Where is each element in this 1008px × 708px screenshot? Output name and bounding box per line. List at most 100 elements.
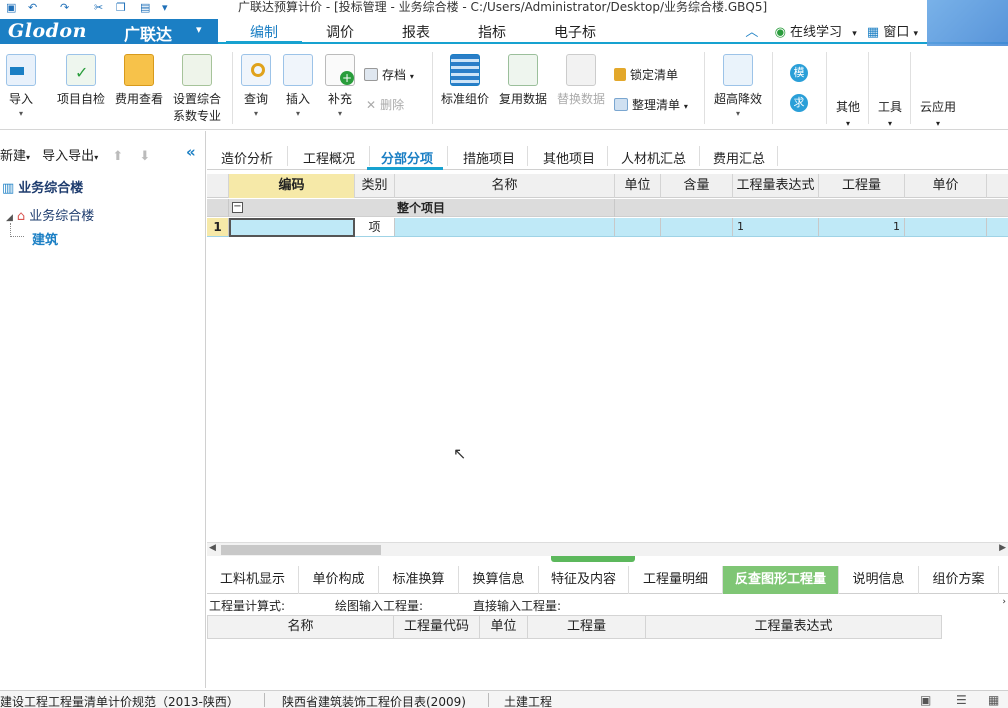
import-export-button[interactable]: 导入导出 <box>42 149 94 164</box>
archive-button[interactable]: 存档 ▾ <box>364 66 414 83</box>
new-button[interactable]: 新建 <box>0 149 26 164</box>
tab-description[interactable]: 说明信息 <box>839 566 919 594</box>
menu-tab-tiaojia[interactable]: 调价 <box>326 22 354 42</box>
insert-button[interactable]: 插入 ▾ <box>280 50 316 118</box>
tab-fee-summary[interactable]: 费用汇总 <box>713 148 765 167</box>
tab-features-content[interactable]: 特征及内容 <box>539 566 629 594</box>
expression-cell[interactable]: 1 <box>733 218 819 236</box>
name-cell[interactable] <box>395 218 615 236</box>
table-row-group[interactable]: − 整个项目 <box>207 199 1008 217</box>
cut-icon[interactable]: ✂ <box>94 1 103 14</box>
quantity-cell[interactable]: 1 <box>819 218 905 236</box>
menu-tab-dianzibiao[interactable]: 电子标 <box>554 22 596 42</box>
view-grid-icon[interactable]: ▦ <box>988 693 999 707</box>
price-cell[interactable] <box>905 218 987 236</box>
set-coefficient-button[interactable]: 设置综合 系数专业 <box>170 50 224 124</box>
sub-header-code[interactable]: 工程量代码 <box>394 616 480 638</box>
collapse-panel-icon[interactable]: « <box>186 143 196 161</box>
type-cell[interactable]: 项 <box>355 218 395 236</box>
sub-header-expression[interactable]: 工程量表达式 <box>646 616 941 638</box>
tab-reverse-graphic-quantity[interactable]: 反查图形工程量 <box>723 566 839 594</box>
scroll-thumb[interactable] <box>221 545 381 555</box>
scroll-left-icon[interactable]: ◀ <box>209 543 216 553</box>
online-learning-dropdown-icon[interactable]: ▾ <box>852 29 857 39</box>
replace-data-button[interactable]: 替换数据 <box>554 50 608 107</box>
horizontal-scrollbar[interactable]: ◀ ▶ <box>207 542 1008 556</box>
code-cell[interactable] <box>229 218 355 237</box>
expand-right-icon[interactable]: › <box>1002 597 1006 607</box>
new-dropdown-icon[interactable]: ▾ <box>26 153 30 162</box>
sub-header-name[interactable]: 名称 <box>208 616 394 638</box>
tab-other-items[interactable]: 其他项目 <box>543 148 595 167</box>
tab-conversion-info[interactable]: 换算信息 <box>459 566 539 594</box>
view-normal-icon[interactable]: ▣ <box>920 693 931 707</box>
undo-icon[interactable]: ↶ <box>28 1 37 14</box>
tree-expand-icon[interactable]: ◢ <box>6 213 13 223</box>
standard-pricing-button[interactable]: 标准组价 <box>438 50 492 107</box>
column-header-type[interactable]: 类别 <box>355 174 395 198</box>
column-header-expression[interactable]: 工程量表达式 <box>733 174 819 198</box>
request-button[interactable]: 求 <box>790 94 808 112</box>
quick-access-dropdown-icon[interactable]: ▾ <box>162 1 168 14</box>
supplement-button[interactable]: + 补充 ▾ <box>322 50 358 118</box>
group-name-cell[interactable]: 整个项目 <box>395 199 615 217</box>
tab-measure-items[interactable]: 措施项目 <box>463 148 515 167</box>
other-button[interactable]: 其他 ▾ <box>836 98 860 129</box>
table-row[interactable]: 1 项 1 1 <box>207 218 1008 237</box>
column-header-code[interactable]: 编码 <box>229 174 355 198</box>
column-header-name[interactable]: 名称 <box>395 174 615 198</box>
import-export-dropdown-icon[interactable]: ▾ <box>94 153 98 162</box>
tab-quantity-details[interactable]: 工程量明细 <box>629 566 723 594</box>
brand-button[interactable]: Glodon 广联达 ▾ <box>0 19 218 44</box>
menu-tab-baobiao[interactable]: 报表 <box>402 22 430 42</box>
cloud-app-button[interactable]: 云应用 ▾ <box>920 98 956 129</box>
window-dropdown-icon[interactable]: ▾ <box>913 29 918 39</box>
sub-header-quantity[interactable]: 工程量 <box>528 616 646 638</box>
panel-splitter-handle[interactable] <box>551 556 635 562</box>
template-button[interactable]: 模 <box>790 64 808 82</box>
menu-tab-zhibiao[interactable]: 指标 <box>478 22 506 42</box>
super-high-button[interactable]: 超高降效 ▾ <box>710 50 766 118</box>
column-header-quantity[interactable]: 工程量 <box>819 174 905 198</box>
lock-list-button[interactable]: 锁定清单 <box>614 66 678 83</box>
window-menu-button[interactable]: 窗口 <box>883 25 909 40</box>
paste-icon[interactable]: ▤ <box>140 1 150 14</box>
tab-sub-items[interactable]: 分部分项 <box>381 148 433 167</box>
tree-root-node[interactable]: ▥ 业务综合楼 <box>2 177 83 196</box>
column-header-price[interactable]: 单价 <box>905 174 987 198</box>
tab-standard-conversion[interactable]: 标准换算 <box>379 566 459 594</box>
reuse-data-button[interactable]: 复用数据 <box>496 50 550 107</box>
column-header-unit[interactable]: 单位 <box>615 174 661 198</box>
redo-icon[interactable]: ↷ <box>60 1 69 14</box>
online-learning-button[interactable]: 在线学习 <box>790 25 842 40</box>
row-index-cell[interactable]: 1 <box>207 218 229 236</box>
view-list-icon[interactable]: ☰ <box>956 693 967 707</box>
collapse-ribbon-icon[interactable]: ︿ <box>745 25 758 40</box>
import-button[interactable]: 导入 ▾ <box>4 50 38 118</box>
tree-leaf-node[interactable]: 建筑 <box>32 229 58 248</box>
tab-cost-analysis[interactable]: 造价分析 <box>221 148 273 167</box>
organize-list-button[interactable]: 整理清单 ▾ <box>614 96 688 113</box>
collapse-group-icon[interactable]: − <box>232 202 243 213</box>
sub-header-unit[interactable]: 单位 <box>480 616 528 638</box>
unit-cell[interactable] <box>615 218 661 236</box>
scroll-right-icon[interactable]: ▶ <box>999 543 1006 553</box>
menu-tab-bianzhi[interactable]: 编制 <box>250 22 278 42</box>
tab-labor-material-display[interactable]: 工料机显示 <box>207 566 299 594</box>
copy-icon[interactable]: ❐ <box>116 1 126 14</box>
move-up-icon[interactable]: ⬆ <box>112 149 123 164</box>
tree-child-node[interactable]: ◢ ⌂ 业务综合楼 <box>6 205 94 224</box>
column-header-content[interactable]: 含量 <box>661 174 733 198</box>
content-cell[interactable] <box>661 218 733 236</box>
self-check-button[interactable]: ✓ 项目自检 <box>54 50 108 107</box>
save-icon[interactable]: ▣ <box>6 1 16 14</box>
tab-unit-price-composition[interactable]: 单价构成 <box>299 566 379 594</box>
query-button[interactable]: 查询 ▾ <box>238 50 274 118</box>
delete-button[interactable]: ✕ 删除 <box>366 96 404 113</box>
tab-project-overview[interactable]: 工程概况 <box>303 148 355 167</box>
move-down-icon[interactable]: ⬇ <box>139 149 150 164</box>
tab-pricing-scheme[interactable]: 组价方案 <box>919 566 999 594</box>
tools-button[interactable]: 工具 ▾ <box>878 98 902 129</box>
tab-labor-material-summary[interactable]: 人材机汇总 <box>621 148 686 167</box>
fee-view-button[interactable]: 费用查看 <box>112 50 166 107</box>
